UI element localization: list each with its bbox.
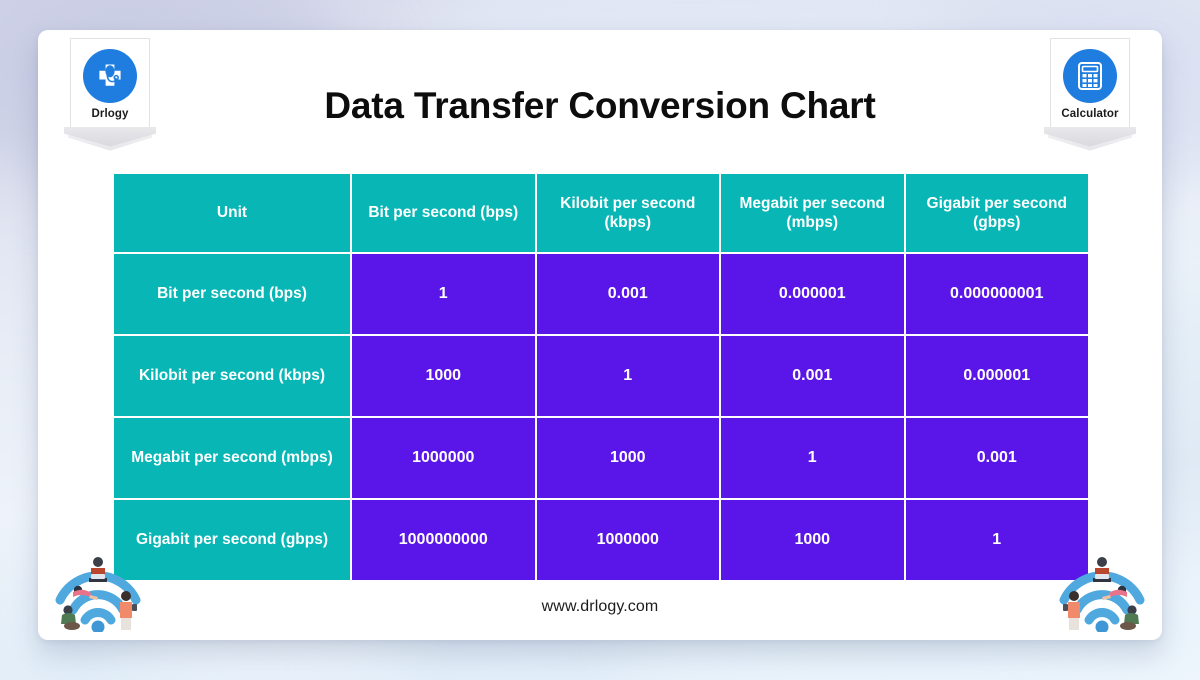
table-header: Unit Bit per second (bps) Kilobit per se…: [114, 174, 1088, 252]
table-header-row: Unit Bit per second (bps) Kilobit per se…: [114, 174, 1088, 252]
badge-ribbon-tail: [64, 126, 156, 153]
table-row: Bit per second (bps) 1 0.001 0.000001 0.…: [114, 254, 1088, 334]
table-body: Bit per second (bps) 1 0.001 0.000001 0.…: [114, 254, 1088, 580]
cell-kbps-kbps: 1: [536, 336, 719, 416]
conversion-table: Unit Bit per second (bps) Kilobit per se…: [112, 172, 1090, 582]
row-label-kbps: Kilobit per second (kbps): [114, 336, 350, 416]
footer-website-url: www.drlogy.com: [541, 598, 659, 615]
column-header-mbps: Megabit per second (mbps): [721, 174, 904, 252]
cell-kbps-gbps: 0.000001: [905, 336, 1088, 416]
cell-bps-mbps: 0.000001: [721, 254, 904, 334]
wifi-people-illustration: [1046, 548, 1154, 634]
column-header-bps: Bit per second (bps): [352, 174, 535, 252]
badge-body: Drlogy: [70, 38, 150, 127]
badge-ribbon-tail: [1044, 126, 1136, 153]
cell-mbps-mbps: 1: [721, 418, 904, 498]
cell-bps-kbps: 0.001: [536, 254, 719, 334]
row-label-bps: Bit per second (bps): [114, 254, 350, 334]
column-header-kbps: Kilobit per second (kbps): [536, 174, 719, 252]
cell-bps-bps: 1: [352, 254, 535, 334]
wifi-people-illustration: [46, 548, 154, 634]
medical-cross-stethoscope-icon: [83, 49, 137, 103]
page-title: Data Transfer Conversion Chart: [324, 85, 876, 126]
column-header-unit: Unit: [114, 174, 350, 252]
cell-gbps-bps: 1000000000: [352, 500, 535, 580]
table-row: Gigabit per second (gbps) 1000000000 100…: [114, 500, 1088, 580]
cell-mbps-kbps: 1000: [536, 418, 719, 498]
cell-kbps-bps: 1000: [352, 336, 535, 416]
cell-mbps-bps: 1000000: [352, 418, 535, 498]
cell-gbps-kbps: 1000000: [536, 500, 719, 580]
chart-card: Drlogy Calculator Data Transfer Conversi…: [38, 30, 1162, 640]
badge-body: Calculator: [1050, 38, 1130, 127]
brand-badge-drlogy[interactable]: Drlogy: [64, 38, 156, 153]
row-label-mbps: Megabit per second (mbps): [114, 418, 350, 498]
badge-label-drlogy: Drlogy: [91, 108, 129, 120]
calculator-icon: [1063, 49, 1117, 103]
table-row: Megabit per second (mbps) 1000000 1000 1…: [114, 418, 1088, 498]
column-header-gbps: Gigabit per second (gbps): [905, 174, 1088, 252]
cell-kbps-mbps: 0.001: [721, 336, 904, 416]
table-row: Kilobit per second (kbps) 1000 1 0.001 0…: [114, 336, 1088, 416]
conversion-table-wrapper: Unit Bit per second (bps) Kilobit per se…: [112, 172, 1090, 582]
brand-badge-calculator[interactable]: Calculator: [1044, 38, 1136, 153]
badge-label-calculator: Calculator: [1061, 108, 1119, 120]
cell-bps-gbps: 0.000000001: [905, 254, 1088, 334]
cell-gbps-mbps: 1000: [721, 500, 904, 580]
cell-mbps-gbps: 0.001: [905, 418, 1088, 498]
